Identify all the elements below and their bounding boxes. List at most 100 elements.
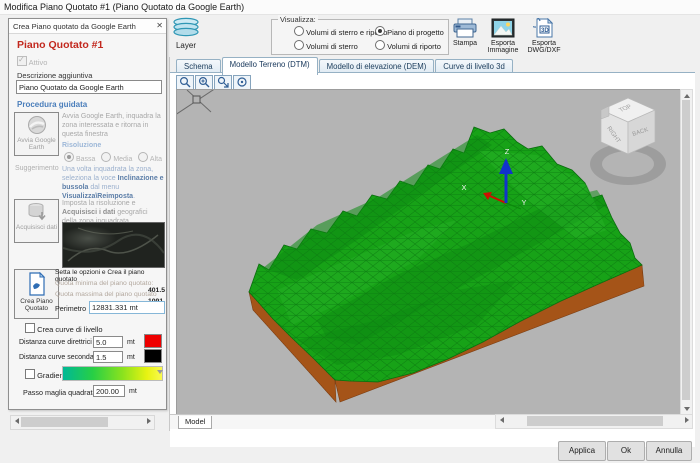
perimetro-input[interactable]	[89, 301, 165, 314]
scroll-down-icon[interactable]	[681, 403, 692, 414]
panel-heading: Piano Quotato #1	[17, 39, 103, 51]
window-title: Modifica Piano Quotato #1 (Piano Quotato…	[4, 2, 244, 12]
gradient-bar[interactable]	[62, 366, 163, 381]
radio-volumi-sterro[interactable]: Volumi di sterro	[294, 40, 358, 51]
radio-icon-selected	[375, 26, 385, 36]
model-tab[interactable]: Model	[178, 416, 212, 429]
tab-modello-terreno[interactable]: Modello Terreno (DTM)	[222, 57, 318, 75]
zoom-extents-icon	[217, 76, 229, 88]
direttrici-input[interactable]	[93, 336, 123, 348]
crea-button-label: Crea Piano Quotato	[15, 298, 58, 312]
quota-min-label: Quota minima del piano quotato:	[55, 280, 153, 287]
attivo-checkbox[interactable]: Attivo	[17, 56, 47, 67]
direttrici-color-swatch[interactable]	[144, 334, 162, 348]
svg-text:3D: 3D	[541, 28, 549, 34]
close-icon[interactable]: ✕	[156, 21, 163, 30]
app-window: Modifica Piano Quotato #1 (Piano Quotato…	[0, 0, 700, 463]
radio-icon	[101, 152, 111, 162]
acq-bold-part: Acquisisci i dati	[62, 209, 115, 216]
scroll-right-icon[interactable]	[143, 416, 154, 427]
zoom-in-icon	[198, 76, 210, 88]
panel-header: Crea Piano quotato da Google Earth ✕	[9, 19, 166, 34]
descrizione-label: Descrizione aggiuntiva	[17, 71, 92, 80]
terrain-scene: Z X Y TOP RIGHT BACK	[177, 90, 680, 414]
zoom-window-icon	[179, 76, 191, 88]
passo-label: Passo maglia quadrata	[23, 388, 97, 397]
avvia-hint-text: Avvia Google Earth, inquadra la zona int…	[62, 112, 163, 139]
passo-unit: mt	[129, 388, 137, 395]
secondarie-unit: mt	[127, 354, 135, 361]
radio-label: Bassa	[76, 156, 95, 163]
origin-marker	[177, 90, 216, 119]
esporta-immagine-label: Esporta Immagine	[485, 40, 521, 54]
radio-label: Piano di progetto	[387, 28, 444, 37]
avvia-google-earth-button[interactable]: Avvia Google Earth	[14, 112, 59, 156]
crea-piano-button[interactable]: Crea Piano Quotato	[14, 269, 59, 319]
radio-icon	[294, 26, 304, 36]
acquisisci-button-label: Acquisisci dati	[15, 224, 58, 231]
annulla-button[interactable]: Annulla	[646, 441, 692, 461]
risoluzione-label: Risoluzione	[62, 142, 101, 149]
acquisisci-dati-button[interactable]: Acquisisci dati	[14, 199, 59, 243]
printer-icon	[453, 33, 477, 40]
radio-icon-selected	[64, 152, 74, 162]
radio-icon	[294, 40, 304, 50]
panel-title: Crea Piano quotato da Google Earth	[13, 22, 136, 31]
radio-label: Alta	[150, 156, 162, 163]
ok-button[interactable]: Ok	[607, 441, 645, 461]
radio-piano-progetto[interactable]: Piano di progetto	[375, 26, 444, 37]
suggerimento-text: Una volta inquadrata la zona, seleziona …	[62, 165, 164, 201]
crea-piano-panel: Crea Piano quotato da Google Earth ✕ Pia…	[8, 18, 167, 410]
attivo-label: Attivo	[29, 58, 48, 67]
axis-x-label: X	[461, 183, 466, 192]
viewport-horizontal-scrollbar[interactable]	[495, 414, 693, 429]
layer-label: Layer	[167, 41, 205, 50]
document-create-icon	[26, 291, 48, 298]
tab-bar: SchemaModello Terreno (DTM)Modello di el…	[176, 57, 514, 73]
scroll-right-icon[interactable]	[681, 415, 692, 426]
vertical-scroll-thumb[interactable]	[682, 100, 690, 400]
horizontal-scroll-thumb[interactable]	[527, 416, 663, 426]
quota-max-label: Quota massima del piano quotato	[55, 291, 157, 298]
radio-icon	[138, 152, 148, 162]
passo-input[interactable]	[93, 385, 125, 397]
layer-button[interactable]: Layer	[167, 16, 205, 56]
stampa-label: Stampa	[448, 40, 482, 47]
esporta-immagine-button[interactable]: Esporta Immagine	[485, 18, 521, 54]
secondarie-input[interactable]	[93, 351, 123, 363]
view-cube[interactable]: TOP RIGHT BACK	[590, 98, 666, 185]
esporta-dwg-button[interactable]: 3D Esporta DWG/DXF	[524, 18, 564, 54]
procedura-label: Procedura guidata	[17, 100, 87, 109]
axis-z-label: Z	[505, 147, 510, 156]
radio-media[interactable]: Media	[101, 156, 132, 163]
stampa-button[interactable]: Stampa	[448, 18, 482, 47]
checkbox-icon	[25, 369, 35, 379]
radio-volumi-riporto[interactable]: Volumi di riporto	[375, 40, 441, 51]
database-download-icon	[26, 217, 48, 224]
terrain-model	[249, 127, 644, 402]
scroll-left-icon[interactable]	[496, 415, 507, 426]
orbit-icon	[236, 76, 248, 88]
checkbox-icon	[25, 323, 35, 333]
axis-y-label: Y	[521, 198, 526, 207]
title-bar: Modifica Piano Quotato #1 (Piano Quotato…	[0, 0, 700, 15]
radio-label: Media	[113, 156, 132, 163]
google-earth-icon	[27, 130, 47, 137]
direttrici-label: Distanza curve direttrici	[19, 339, 92, 346]
radio-icon	[375, 40, 385, 50]
layers-icon	[171, 31, 201, 40]
radio-alta[interactable]: Alta	[138, 156, 162, 163]
panel-horizontal-scrollbar[interactable]	[10, 415, 155, 430]
descrizione-input[interactable]	[16, 80, 162, 94]
radio-volumi-sterro-riporto[interactable]: Volumi di sterro e riporto	[294, 26, 387, 37]
secondarie-color-swatch[interactable]	[144, 349, 162, 363]
avvia-button-label: Avvia Google Earth	[15, 137, 58, 151]
viewport-vertical-scrollbar[interactable]	[680, 89, 693, 415]
viewport-3d[interactable]: Z X Y TOP RIGHT BACK	[176, 89, 681, 415]
applica-button[interactable]: Applica	[558, 441, 606, 461]
satellite-preview-image	[62, 222, 165, 268]
panel-scroll-thumb[interactable]	[21, 417, 108, 427]
visualizza-label: Visualizza:	[278, 15, 318, 24]
radio-bassa[interactable]: Bassa	[64, 156, 95, 163]
crea-curve-checkbox[interactable]: Crea curve di livello	[25, 323, 103, 334]
